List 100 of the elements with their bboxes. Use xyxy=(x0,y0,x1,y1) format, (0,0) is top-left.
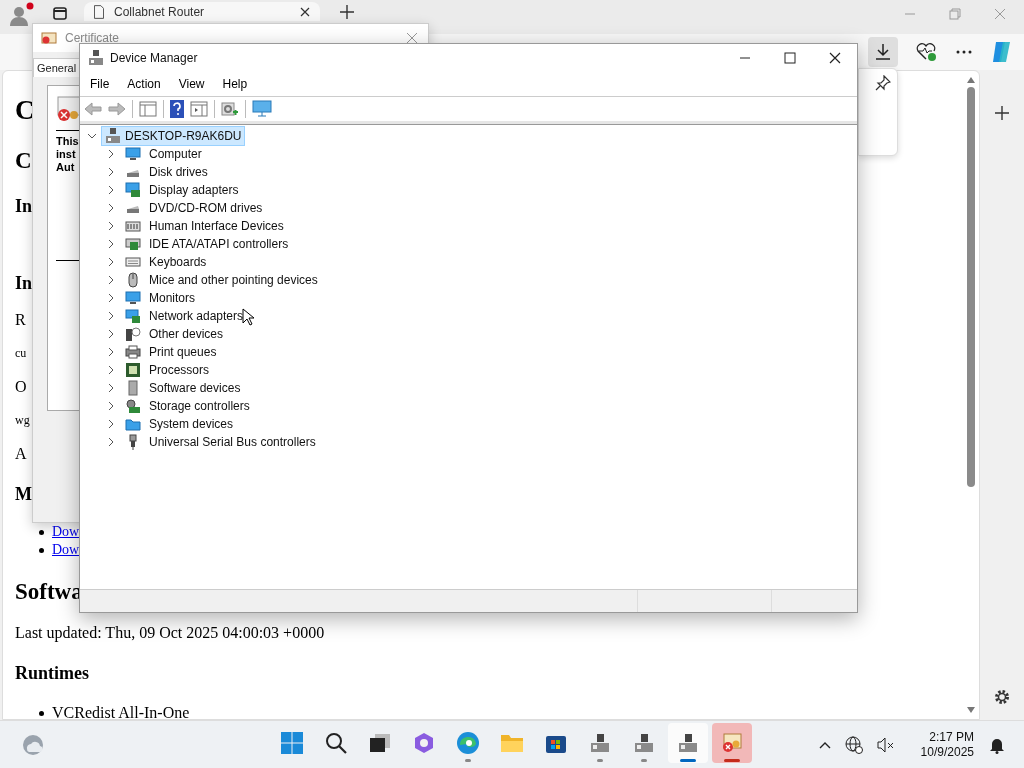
chevron-icon[interactable] xyxy=(106,221,116,231)
windows-icon xyxy=(281,732,303,754)
tree-item[interactable]: Other devices xyxy=(149,327,224,341)
device-manager-icon xyxy=(89,50,103,66)
task-view-icon xyxy=(369,733,391,753)
download-link[interactable]: Dow xyxy=(52,524,80,540)
scrollbar[interactable] xyxy=(965,77,977,713)
page-heading: C xyxy=(15,94,35,126)
tree-item[interactable]: Monitors xyxy=(149,291,195,305)
scroll-up-icon[interactable] xyxy=(967,77,975,83)
heart-health-icon[interactable] xyxy=(916,42,938,62)
profile-icon[interactable] xyxy=(8,2,34,26)
chevron-icon[interactable] xyxy=(106,203,116,213)
tree-item[interactable]: DESKTOP-R9AK6DU xyxy=(101,126,246,146)
page-text: O xyxy=(15,378,27,396)
chevron-up-icon[interactable] xyxy=(818,740,831,749)
menu-item[interactable]: File xyxy=(81,77,119,91)
taskbar-app[interactable] xyxy=(668,723,708,763)
settings-icon[interactable] xyxy=(993,688,1011,706)
certificate-icon xyxy=(721,732,743,754)
tab-actions-icon[interactable] xyxy=(52,5,68,21)
tree-item[interactable]: Keyboards xyxy=(149,255,207,269)
tab[interactable]: General xyxy=(33,58,81,77)
globe-icon[interactable] xyxy=(844,735,863,754)
chevron-icon[interactable] xyxy=(106,257,116,267)
mouse-icon xyxy=(125,272,141,288)
chevron-icon[interactable] xyxy=(106,347,116,357)
download-link[interactable]: Dow xyxy=(52,542,80,558)
clock[interactable]: 2:17 PM 10/9/2025 xyxy=(920,729,974,760)
devices-icon xyxy=(125,218,141,234)
chevron-icon[interactable] xyxy=(106,185,116,195)
page-text: cu xyxy=(15,345,27,361)
tree-item[interactable]: Network adapters xyxy=(149,309,244,323)
scan-hardware-icon[interactable] xyxy=(221,100,239,118)
chevron-icon[interactable] xyxy=(106,365,116,375)
chevron-icon[interactable] xyxy=(106,329,116,339)
monitor-icon[interactable] xyxy=(252,100,272,118)
chevron-icon[interactable] xyxy=(106,383,116,393)
chevron-icon[interactable] xyxy=(106,167,116,177)
chevron-icon[interactable] xyxy=(106,419,116,429)
chevron-icon[interactable] xyxy=(106,149,116,159)
tree-item[interactable]: Computer xyxy=(149,147,202,161)
bullet-icon xyxy=(39,529,44,535)
tree-item[interactable]: Display adapters xyxy=(149,183,239,197)
certificate-text: inst xyxy=(56,148,76,161)
tree-item[interactable]: System devices xyxy=(149,417,234,431)
tree-item[interactable]: Disk drives xyxy=(149,165,208,179)
console-tree-icon[interactable] xyxy=(139,101,157,117)
chevron-icon[interactable] xyxy=(106,437,116,447)
chevron-icon[interactable] xyxy=(106,239,116,249)
back-icon[interactable] xyxy=(84,102,102,116)
tree-item[interactable]: DVD/CD-ROM drives xyxy=(149,201,263,215)
menu-item[interactable]: View xyxy=(169,77,214,91)
certificate-text: This xyxy=(56,135,79,148)
tree-item[interactable]: Human Interface Devices xyxy=(149,219,284,233)
folder-icon xyxy=(125,416,141,432)
close-icon[interactable] xyxy=(829,52,841,64)
expanded-chevron-icon[interactable] xyxy=(87,131,97,141)
chevron-icon[interactable] xyxy=(106,401,116,411)
new-tab-icon[interactable] xyxy=(340,5,354,19)
device-manager-icon xyxy=(677,732,699,754)
tree-item[interactable]: IDE ATA/ATAPI controllers xyxy=(149,237,289,251)
tower-icon xyxy=(125,380,141,396)
muted-speaker-icon[interactable] xyxy=(876,736,895,753)
close-icon[interactable] xyxy=(300,6,310,17)
page-heading: C xyxy=(15,148,32,174)
download-button[interactable] xyxy=(868,37,898,67)
scroll-down-icon[interactable] xyxy=(967,707,975,713)
page-heading: In xyxy=(15,272,32,294)
chevron-icon[interactable] xyxy=(106,275,116,285)
monitor-icon xyxy=(125,146,141,162)
add-icon[interactable] xyxy=(995,106,1009,120)
pin-icon[interactable] xyxy=(875,75,891,91)
controller-card-icon xyxy=(125,236,141,252)
menu-item[interactable]: Action xyxy=(118,77,170,91)
page-text: A xyxy=(15,445,27,463)
monitor-icon xyxy=(125,290,141,306)
tree-item[interactable]: Storage controllers xyxy=(149,399,250,413)
forward-icon[interactable] xyxy=(108,102,126,116)
tree-item[interactable]: Software devices xyxy=(149,381,241,395)
tree-item[interactable]: Print queues xyxy=(149,345,217,359)
keyboard-icon xyxy=(125,254,141,270)
storage-icon xyxy=(125,398,141,414)
maximize-icon[interactable] xyxy=(784,52,796,64)
display-card-icon xyxy=(125,182,141,198)
action-pane-icon[interactable] xyxy=(190,101,208,117)
tree-item[interactable]: Mice and other pointing devices xyxy=(149,273,318,287)
tree-item[interactable]: Processors xyxy=(149,363,210,377)
help-icon[interactable] xyxy=(170,100,184,118)
chevron-icon[interactable] xyxy=(106,311,116,321)
browser-icon xyxy=(456,731,480,755)
chip-icon xyxy=(125,362,141,378)
tree-item[interactable]: Universal Serial Bus controllers xyxy=(149,435,316,449)
menu-item[interactable]: Help xyxy=(213,77,257,91)
chevron-icon[interactable] xyxy=(106,293,116,303)
page-heading: Runtimes xyxy=(15,662,89,684)
copilot-icon xyxy=(413,732,435,754)
device-manager-icon xyxy=(589,732,611,754)
browser-tab[interactable]: Collabnet Router xyxy=(84,2,320,21)
more-icon[interactable] xyxy=(956,50,972,54)
